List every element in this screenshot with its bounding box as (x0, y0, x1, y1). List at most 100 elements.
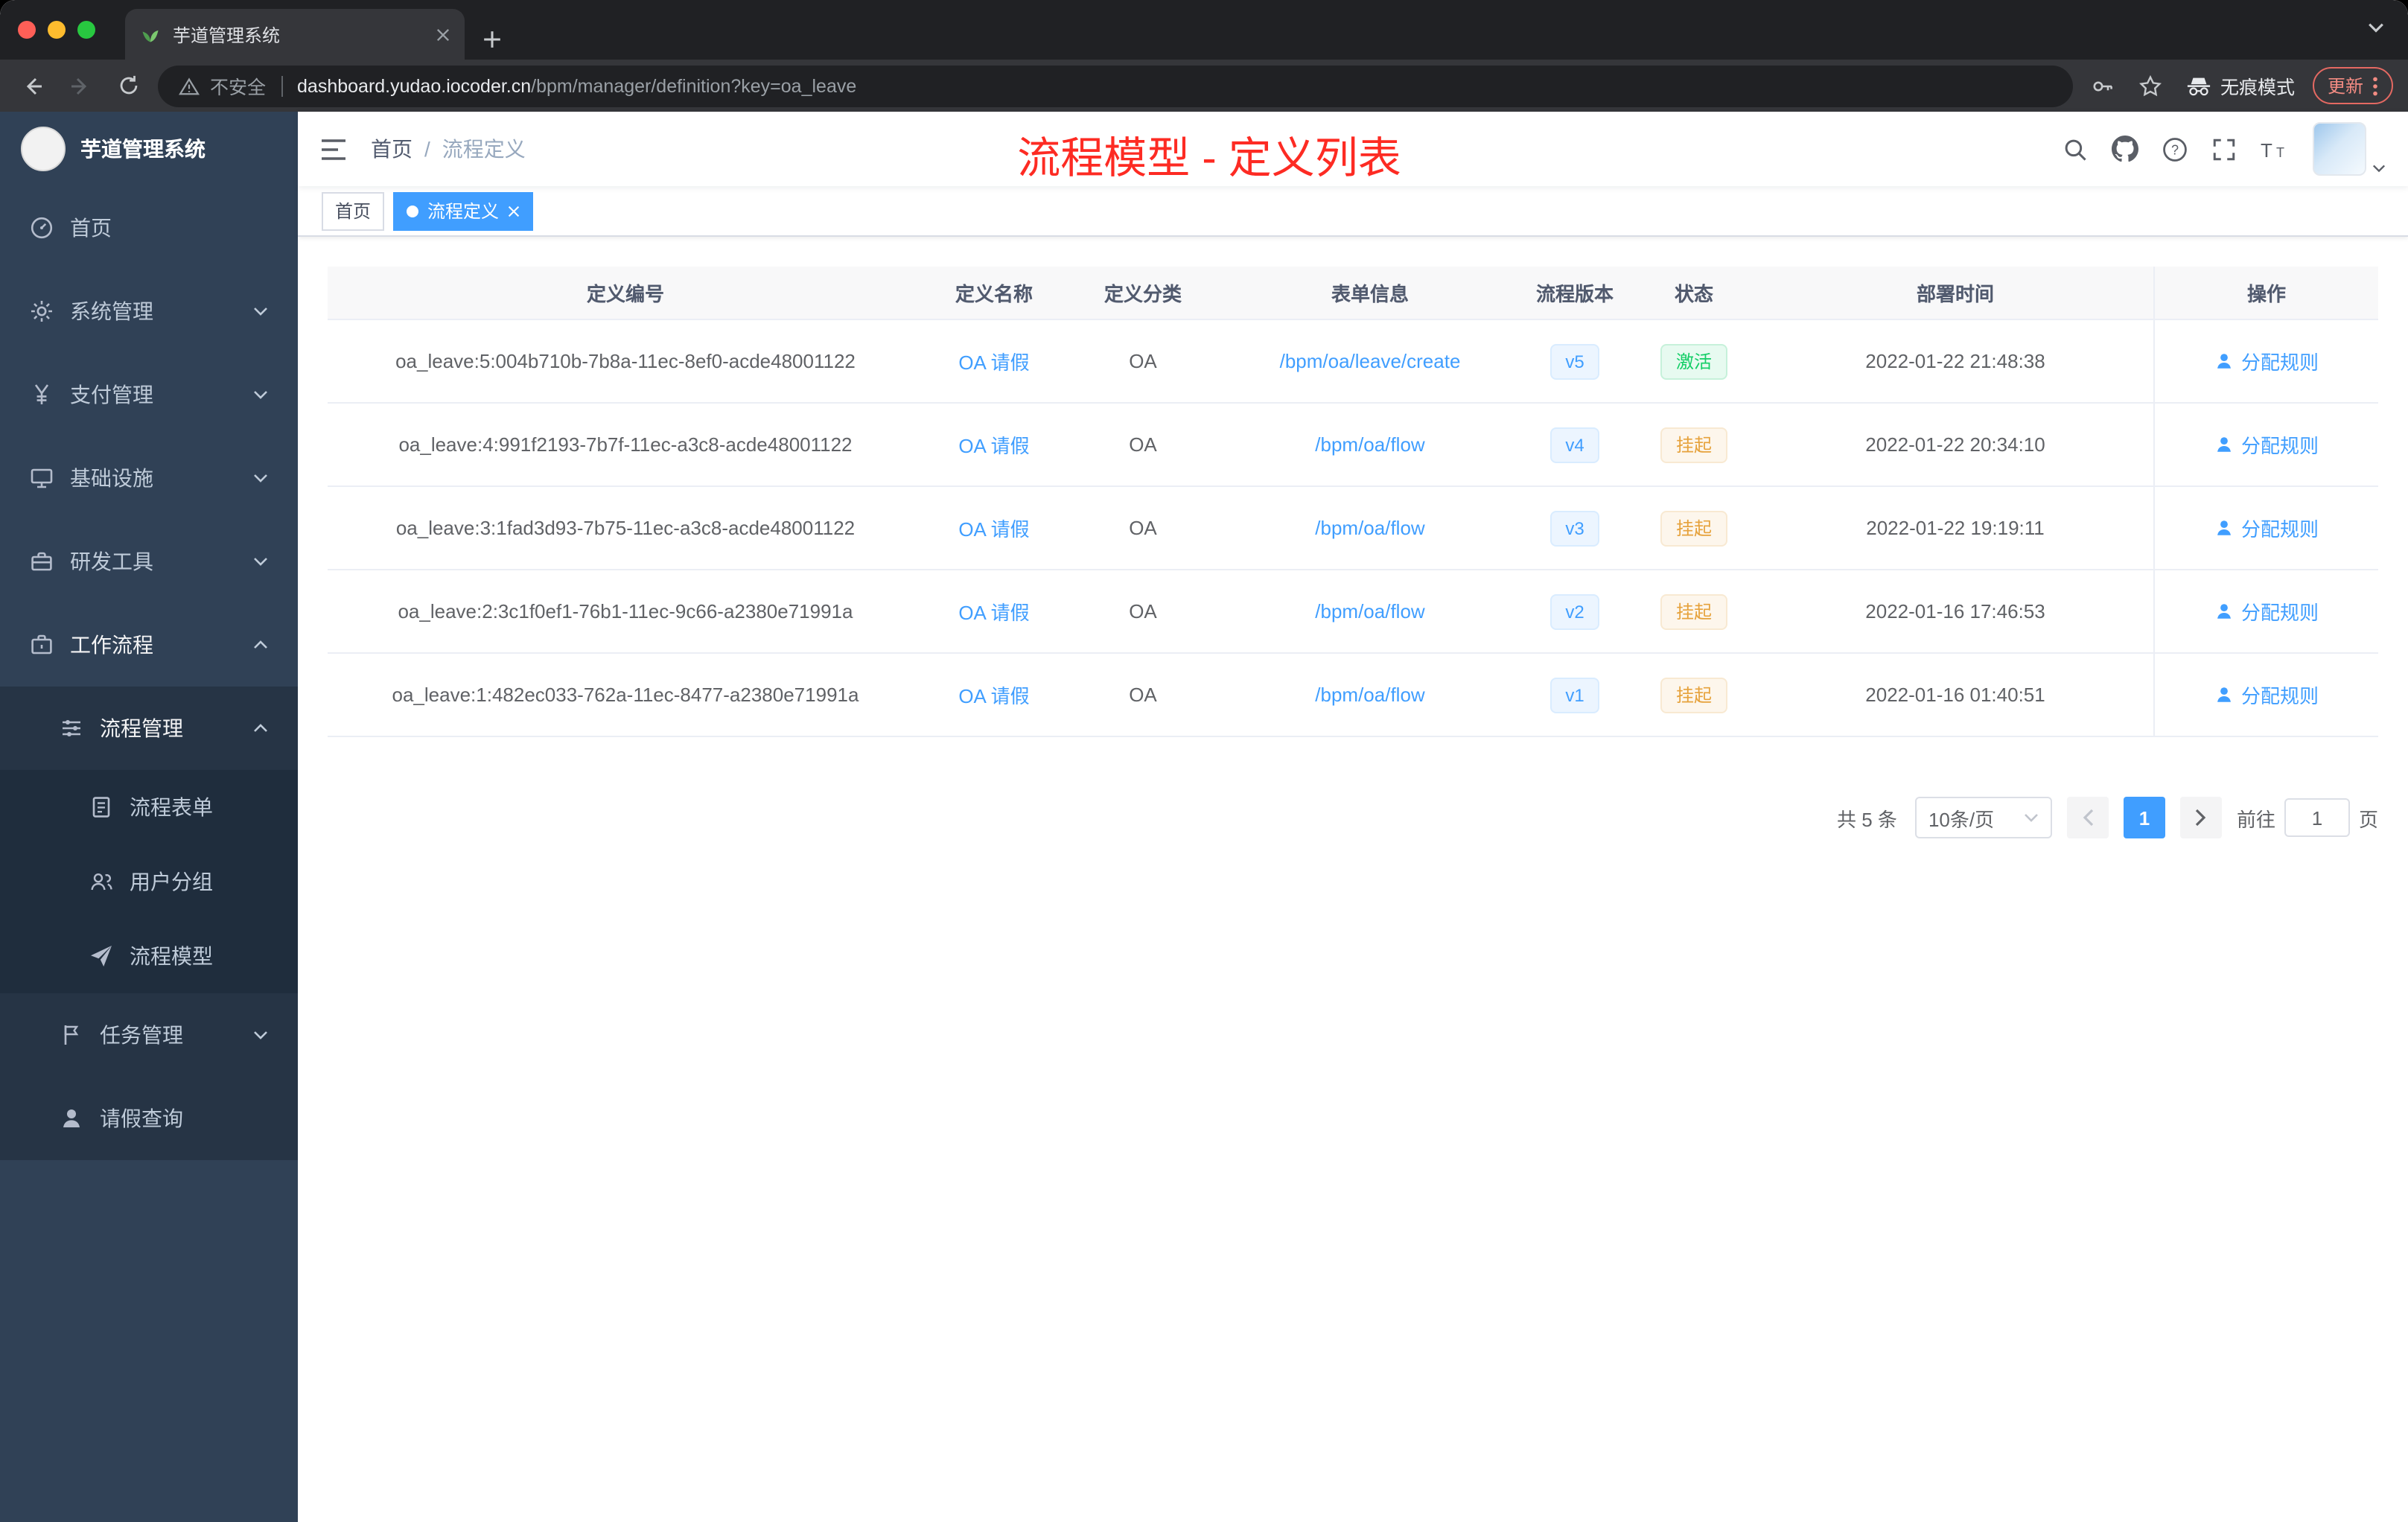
page-size-select[interactable]: 10条/页 (1914, 797, 2052, 838)
browser-update-button[interactable]: 更新 (2312, 67, 2393, 104)
browser-tab[interactable]: 芋道管理系统 (125, 9, 465, 60)
sidebar-item-payment[interactable]: 支付管理 (0, 353, 298, 436)
page-content: 定义编号 定义名称 定义分类 表单信息 流程版本 状态 部署时间 操作 oa_l… (298, 237, 2408, 1522)
forward-button[interactable] (63, 68, 98, 104)
tag-process-definition[interactable]: 流程定义 (393, 191, 534, 230)
sidebar-item-label: 请假查询 (100, 1107, 183, 1130)
warning-triangle-icon[interactable] (179, 77, 200, 95)
assign-rule-link[interactable]: 分配规则 (2214, 347, 2319, 375)
column-header-time: 部署时间 (1916, 283, 1994, 305)
sidebar-item-leave-query[interactable]: 请假查询 (0, 1077, 298, 1160)
pagination-total: 共 5 条 (1837, 808, 1897, 830)
avatar[interactable] (2313, 122, 2366, 176)
navbar-actions: ? TT (2063, 122, 2386, 176)
table-row: oa_leave:3:1fad3d93-7b75-11ec-a3c8-acde4… (328, 487, 2378, 570)
form-info-link[interactable]: /bpm/oa/flow (1315, 433, 1424, 456)
sidebar-item-label: 流程管理 (100, 716, 183, 740)
hamburger-icon[interactable] (320, 138, 347, 160)
sidebar-item-dev-tools[interactable]: 研发工具 (0, 520, 298, 603)
tab-close-icon[interactable] (436, 28, 450, 41)
security-label[interactable]: 不安全 (210, 71, 266, 100)
kebab-menu-icon[interactable] (2372, 75, 2378, 96)
tab-search-chevron-icon[interactable] (2368, 22, 2384, 33)
sidebar-item-process-model[interactable]: 流程模型 (0, 919, 298, 993)
back-button[interactable] (15, 68, 51, 104)
definition-name-link[interactable]: OA 请假 (958, 347, 1029, 375)
assign-rule-link[interactable]: 分配规则 (2214, 514, 2319, 542)
sidebar-item-task-management[interactable]: 任务管理 (0, 993, 298, 1077)
goto-page-input[interactable]: 1 (2284, 798, 2350, 837)
sidebar-item-process-form[interactable]: 流程表单 (0, 770, 298, 844)
sidebar-item-system[interactable]: 系统管理 (0, 270, 298, 353)
column-header-id: 定义编号 (586, 283, 664, 305)
assign-rule-link[interactable]: 分配规则 (2214, 597, 2319, 625)
help-icon[interactable]: ? (2162, 136, 2188, 162)
sidebar-item-user-group[interactable]: 用户分组 (0, 844, 298, 919)
assign-rule-link[interactable]: 分配规则 (2214, 681, 2319, 709)
window-zoom-button[interactable] (77, 21, 95, 39)
window-close-button[interactable] (18, 21, 36, 39)
form-info-link[interactable]: /bpm/oa/flow (1315, 684, 1424, 706)
github-icon[interactable] (2112, 136, 2138, 162)
logo-title: 芋道管理系统 (80, 137, 206, 161)
yen-icon (30, 383, 54, 407)
new-tab-button[interactable] (482, 30, 502, 49)
definition-name-link[interactable]: OA 请假 (958, 430, 1029, 459)
reload-button[interactable] (110, 68, 146, 104)
tag-home[interactable]: 首页 (322, 191, 385, 230)
assign-rule-link[interactable]: 分配规则 (2214, 430, 2319, 459)
page-size-value: 10条/页 (1928, 808, 1995, 830)
status-badge: 挂起 (1660, 427, 1727, 462)
sidebar-item-infrastructure[interactable]: 基础设施 (0, 436, 298, 520)
definition-name-link[interactable]: OA 请假 (958, 681, 1029, 709)
version-badge[interactable]: v2 (1550, 593, 1599, 629)
pagination-next-button[interactable] (2179, 797, 2222, 838)
cell-category: OA (1129, 433, 1157, 456)
incognito-label: 无痕模式 (2220, 77, 2295, 98)
pagination-prev-button[interactable] (2066, 797, 2109, 838)
users-icon (89, 870, 113, 894)
sidebar-item-label: 系统管理 (70, 299, 153, 323)
form-info-link[interactable]: /bpm/oa/leave/create (1280, 350, 1461, 372)
bookmark-star-icon[interactable] (2133, 68, 2168, 104)
column-header-version: 流程版本 (1535, 283, 1614, 305)
assign-rule-label: 分配规则 (2240, 435, 2319, 457)
sidebar-item-home[interactable]: 首页 (0, 186, 298, 270)
definition-name-link[interactable]: OA 请假 (958, 514, 1029, 542)
tag-close-icon[interactable] (508, 205, 520, 217)
form-info-link[interactable]: /bpm/oa/flow (1315, 517, 1424, 539)
sidebar-item-process-management[interactable]: 流程管理 (0, 687, 298, 770)
pagination-page-1[interactable]: 1 (2123, 797, 2165, 838)
password-key-icon[interactable] (2085, 68, 2121, 104)
chevron-down-icon (253, 557, 268, 566)
fullscreen-icon[interactable] (2211, 136, 2237, 162)
version-badge[interactable]: v4 (1550, 427, 1599, 462)
svg-text:T: T (2276, 144, 2284, 159)
logo-image (21, 127, 66, 171)
user-menu[interactable] (2313, 122, 2386, 176)
breadcrumb-home[interactable]: 首页 (371, 134, 413, 164)
tag-label: 流程定义 (427, 201, 500, 222)
cell-category: OA (1129, 600, 1157, 623)
table-row: oa_leave:5:004b710b-7b8a-11ec-8ef0-acde4… (328, 320, 2378, 404)
sidebar-item-workflow[interactable]: 工作流程 (0, 603, 298, 687)
cell-deploy-time: 2022-01-22 21:48:38 (1865, 350, 2045, 372)
url-divider (281, 75, 283, 96)
column-header-form: 表单信息 (1331, 283, 1409, 305)
url-bar[interactable]: 不安全 dashboard.yudao.iocoder.cn/bpm/manag… (158, 65, 2073, 106)
cell-definition-id: oa_leave:1:482ec033-762a-11ec-8477-a2380… (392, 684, 859, 706)
version-badge[interactable]: v1 (1550, 677, 1599, 713)
column-header-status: 状态 (1674, 283, 1713, 305)
definition-name-link[interactable]: OA 请假 (958, 597, 1029, 625)
search-icon[interactable] (2063, 136, 2088, 162)
cell-definition-id: oa_leave:4:991f2193-7b7f-11ec-a3c8-acde4… (398, 433, 853, 456)
definition-table: 定义编号 定义名称 定义分类 表单信息 流程版本 状态 部署时间 操作 oa_l… (328, 267, 2378, 737)
version-badge[interactable]: v3 (1550, 510, 1599, 546)
version-badge[interactable]: v5 (1550, 343, 1599, 379)
window-minimize-button[interactable] (48, 21, 66, 39)
table-row: oa_leave:4:991f2193-7b7f-11ec-a3c8-acde4… (328, 404, 2378, 487)
font-size-icon[interactable]: TT (2261, 138, 2289, 160)
cell-definition-id: oa_leave:2:3c1f0ef1-76b1-11ec-9c66-a2380… (398, 600, 853, 623)
form-info-link[interactable]: /bpm/oa/flow (1315, 600, 1424, 623)
url-text[interactable]: dashboard.yudao.iocoder.cn/bpm/manager/d… (297, 75, 856, 96)
